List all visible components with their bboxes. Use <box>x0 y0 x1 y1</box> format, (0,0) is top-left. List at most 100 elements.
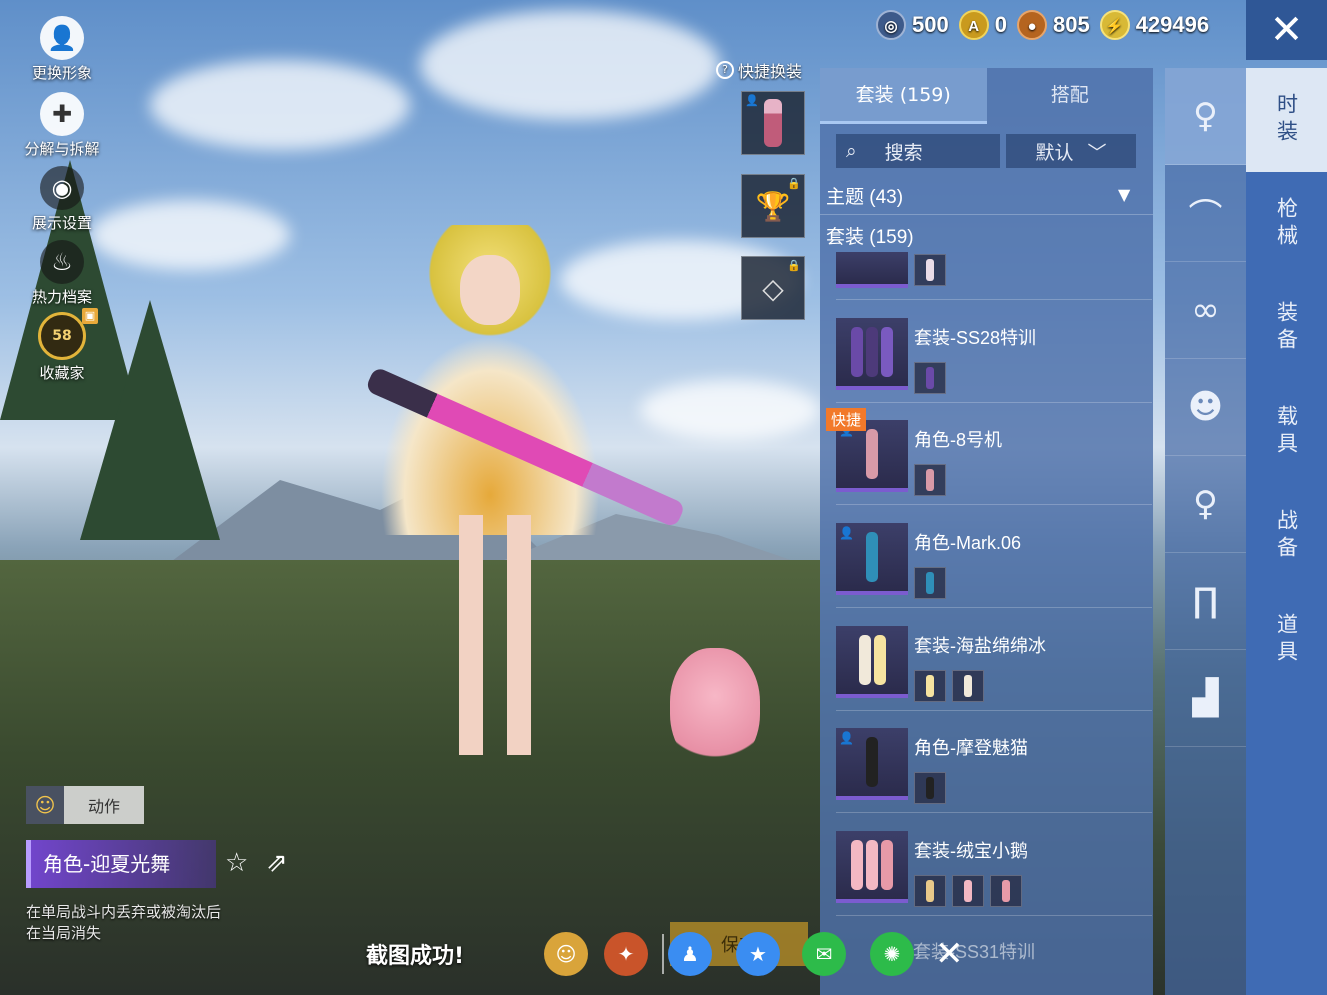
note-line: 在单局战斗内丢弃或被淘汰后 <box>26 903 222 921</box>
person-icon: 👤 <box>839 731 854 745</box>
quick-slot-trophy[interactable]: 🔒 🏆 <box>741 174 805 238</box>
slot-figure[interactable]: ♀ <box>1165 456 1246 553</box>
divider <box>662 934 664 974</box>
category-weapons[interactable]: 枪械 <box>1246 172 1327 276</box>
star-icon: ★ <box>749 942 767 966</box>
boots-icon: ▟ <box>1192 678 1219 718</box>
item-parts <box>914 254 946 286</box>
item-parts <box>914 567 946 599</box>
quick-slot-outfit[interactable]: 👤 <box>741 91 805 155</box>
category-equipment[interactable]: 装备 <box>1246 276 1327 380</box>
wechat-icon: ✉ <box>815 942 833 966</box>
currency-lightning[interactable]: ⚡ 429496 <box>1099 10 1210 40</box>
item-part-thumb <box>914 670 946 702</box>
sort-label: 默认 <box>1035 141 1074 164</box>
slot-boots[interactable]: ▟ <box>1165 650 1246 747</box>
currency-value: 429496 <box>1135 12 1210 37</box>
item-name: 套装-海盐绵绵冰 <box>914 636 1046 656</box>
quick-slot-diamond[interactable]: 🔒 ◇ <box>741 256 805 320</box>
glasses-icon: ∞ <box>1191 290 1220 330</box>
divider <box>836 607 1152 608</box>
currency-value: 500 <box>912 12 949 37</box>
trophy-shield-icon: 🏆 <box>755 189 791 223</box>
slot-mask[interactable]: ☻ <box>1165 359 1246 456</box>
favorite-star-icon[interactable]: ☆ <box>225 848 248 878</box>
character-model[interactable] <box>360 225 690 765</box>
sort-dropdown[interactable]: 默认 ﹀ <box>1006 134 1136 168</box>
cap-icon: ⌒ <box>1188 196 1223 237</box>
category-fashion[interactable]: 时装 <box>1246 68 1327 172</box>
emote-action-button[interactable]: ☺ 动作 <box>26 786 144 824</box>
item-part-thumb <box>914 772 946 804</box>
note-line: 在当局消失 <box>26 924 102 942</box>
slot-icon-column: ♀ ⌒ ∞ ☻ ♀ ∏ ▟ <box>1165 68 1246 995</box>
share-moments-button[interactable]: ✺ <box>870 932 914 976</box>
suit-section-header: 套装 (159) <box>826 227 914 248</box>
share-icon[interactable]: ⇗ <box>266 848 288 878</box>
divider <box>836 710 1152 711</box>
item-part-thumb <box>914 464 946 496</box>
share-qq-button[interactable]: ♟ <box>668 932 712 976</box>
category-items[interactable]: 道具 <box>1246 588 1327 692</box>
change-appearance-button[interactable]: 👤 更换形象 <box>12 16 112 83</box>
share-toolbar: ☺ ✦ 保存 ♟ ★ ✉ ✺ ✕ <box>540 922 964 978</box>
list-item[interactable]: 套装-绒宝小鹅 <box>836 831 1152 927</box>
theme-section-header[interactable]: 主题 (43) <box>826 182 903 209</box>
lock-icon: 🔒 <box>787 259 801 272</box>
cloud <box>150 60 410 150</box>
category-vehicles[interactable]: 载具 <box>1246 380 1327 484</box>
close-icon: ✕ <box>935 934 964 974</box>
list-item[interactable]: 套装-SS28特训 <box>836 318 1152 414</box>
character-legs <box>435 515 555 755</box>
divider <box>836 915 1152 916</box>
decompose-button[interactable]: ✚ 分解与拆解 <box>12 92 112 159</box>
item-parts <box>914 670 984 702</box>
quick-tag-badge: 快捷 <box>826 408 867 431</box>
slot-glasses[interactable]: ∞ <box>1165 262 1246 359</box>
slot-hat[interactable]: ⌒ <box>1165 165 1246 262</box>
item-thumbnail <box>836 252 908 288</box>
list-item[interactable]: 👤 角色-摩登魅猫 <box>836 728 1152 824</box>
figure-icon: ♀ <box>1193 484 1218 524</box>
person-icon: 👤 <box>745 94 759 107</box>
help-icon[interactable]: ? <box>716 61 734 79</box>
share-wechat-button[interactable]: ✉ <box>802 932 846 976</box>
avatar-icon: 👤 <box>40 16 84 60</box>
share-game-button[interactable]: ✦ <box>604 932 648 976</box>
category-battle-prep[interactable]: 战备 <box>1246 484 1327 588</box>
character-face <box>460 255 520 325</box>
slot-pants[interactable]: ∏ <box>1165 553 1246 650</box>
item-parts <box>914 772 946 804</box>
tab-suits[interactable]: 套装 (159) <box>820 68 987 124</box>
decompose-label: 分解与拆解 <box>24 140 100 158</box>
currency-gold-a[interactable]: A 0 <box>958 10 1007 40</box>
heat-archive-button[interactable]: ♨ 热力档案 <box>12 240 112 307</box>
item-part-thumb <box>914 254 946 286</box>
currency-bronze[interactable]: ● 805 <box>1016 10 1090 40</box>
item-thumbnail <box>836 626 908 698</box>
current-character-name: 角色-迎夏光舞 <box>26 840 216 888</box>
list-item[interactable]: 套装-海盐绵绵冰 <box>836 626 1152 722</box>
currency-silver[interactable]: ◎ 500 <box>876 10 949 40</box>
share-friends-button[interactable]: ☺ <box>544 932 588 976</box>
close-toast-button[interactable]: ✕ <box>935 934 964 974</box>
item-note: 在单局战斗内丢弃或被淘汰后 在当局消失 <box>26 902 221 944</box>
close-button[interactable]: ✕ <box>1246 0 1327 60</box>
quick-change-label: 快捷换装 <box>738 62 803 81</box>
tab-outfit-combos[interactable]: 搭配 <box>987 68 1154 124</box>
dropdown-triangle-icon[interactable]: ▼ <box>1118 185 1130 204</box>
share-qzone-button[interactable]: ★ <box>736 932 780 976</box>
display-settings-button[interactable]: ◉ 展示设置 <box>12 166 112 233</box>
item-parts <box>914 362 946 394</box>
search-button[interactable]: ⌕ 搜索 <box>836 134 1000 168</box>
heat-archive-label: 热力档案 <box>31 288 92 306</box>
list-item-partial[interactable] <box>836 252 1152 288</box>
display-settings-label: 展示设置 <box>31 214 92 232</box>
slot-outfit[interactable]: ♀ <box>1165 68 1246 165</box>
collector-button[interactable]: 58 ▣ 收藏家 <box>12 308 112 383</box>
list-item[interactable]: 👤 快捷 角色-8号机 <box>826 408 1152 516</box>
search-row: ⌕ 搜索 默认 ﹀ <box>836 134 1136 168</box>
gift-icon: ▣ <box>82 308 98 324</box>
list-item[interactable]: 👤 角色-Mark.06 <box>836 523 1152 619</box>
chevron-down-icon: ﹀ <box>1087 141 1107 164</box>
